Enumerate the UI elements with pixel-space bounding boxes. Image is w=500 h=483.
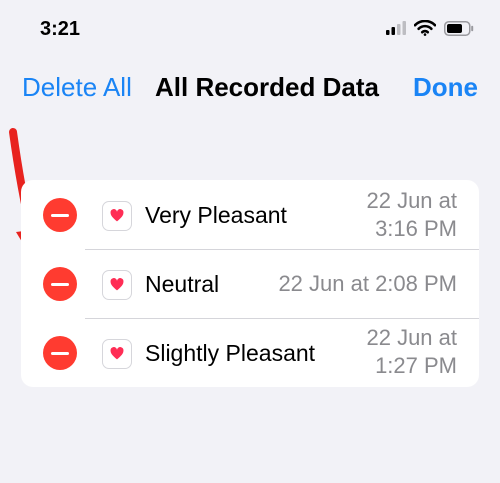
record-date: 22 Jun at 3:16 PM <box>366 188 457 241</box>
status-bar: 3:21 <box>0 0 500 60</box>
status-icons <box>386 20 474 36</box>
delete-row-button[interactable] <box>43 336 77 370</box>
record-date: 22 Jun at 2:08 PM <box>278 271 457 296</box>
record-label: Neutral <box>145 271 220 297</box>
delete-all-button[interactable]: Delete All <box>22 72 132 103</box>
heart-icon <box>110 209 124 222</box>
heart-icon <box>110 347 124 360</box>
record-date: 22 Jun at 1:27 PM <box>366 325 457 378</box>
health-app-icon <box>102 201 132 231</box>
status-time: 3:21 <box>40 18 81 40</box>
list-item[interactable]: Neutral 22 Jun at 2:08 PM <box>21 250 479 319</box>
list-item[interactable]: Slightly Pleasant 22 Jun at 1:27 PM <box>21 319 479 387</box>
delete-row-button[interactable] <box>43 267 77 301</box>
records-list: Very Pleasant 22 Jun at 3:16 PM Neutral … <box>21 180 479 387</box>
health-app-icon <box>102 339 132 369</box>
record-label: Slightly Pleasant <box>145 340 316 366</box>
page-title: All Recorded Data <box>155 72 379 102</box>
delete-row-button[interactable] <box>43 198 77 232</box>
nav-bar: Delete All All Recorded Data Done <box>0 66 500 110</box>
heart-icon <box>110 278 124 291</box>
signal-icon <box>386 21 406 35</box>
record-label: Very Pleasant <box>145 202 287 228</box>
list-item[interactable]: Very Pleasant 22 Jun at 3:16 PM <box>21 180 479 250</box>
done-button[interactable]: Done <box>413 72 478 103</box>
wifi-icon <box>414 20 436 36</box>
battery-icon <box>444 20 474 36</box>
health-app-icon <box>102 270 132 300</box>
